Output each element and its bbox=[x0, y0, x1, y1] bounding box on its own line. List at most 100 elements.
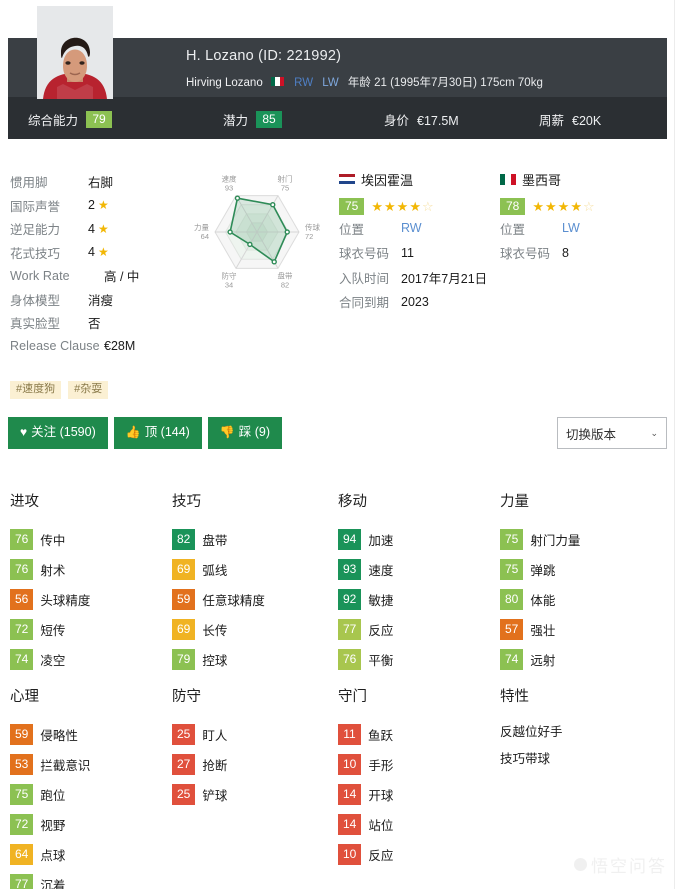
stat-label: 凌空 bbox=[40, 653, 66, 668]
team-detail-label: 球衣号码 bbox=[339, 247, 390, 262]
player-tag[interactable]: #杂耍 bbox=[68, 381, 109, 399]
team-detail-row: 球衣号码 11 bbox=[339, 242, 499, 265]
svg-text:82: 82 bbox=[281, 280, 289, 289]
stat-label: 站位 bbox=[368, 818, 394, 833]
stat-row: 14 开球 bbox=[338, 779, 498, 809]
header-position-secondary[interactable]: LW bbox=[322, 77, 338, 89]
section-attacking: 进攻 76 传中 76 射术 56 头球精度 72 短传 74 凌空 bbox=[10, 490, 170, 674]
svg-text:传球: 传球 bbox=[305, 222, 320, 232]
team-detail-row: 球衣号码 8 bbox=[500, 242, 670, 265]
stat-label: 任意球精度 bbox=[202, 593, 265, 608]
team-detail-value: 2023 bbox=[401, 294, 429, 309]
stat-value: 75 bbox=[500, 528, 524, 550]
player-full-name: Hirving Lozano bbox=[186, 77, 263, 89]
stat-row: 80 体能 bbox=[500, 584, 670, 614]
stat-row: 27 抢断 bbox=[172, 749, 332, 779]
attribute-row: 真实脸型 否 bbox=[10, 311, 170, 335]
attribute-value: 4 bbox=[88, 245, 95, 260]
player-radar-chart: 速度 93 射门 75 传球 72 盘带 82 防守 34 力量 64 bbox=[178, 165, 336, 305]
stat-row: 56 头球精度 bbox=[10, 584, 170, 614]
header-position-primary[interactable]: RW bbox=[294, 77, 313, 89]
stat-value: 72 bbox=[10, 813, 34, 835]
attribute-row: Release Clause €28M bbox=[10, 335, 170, 359]
national-team-name[interactable]: 墨西哥 bbox=[522, 170, 561, 189]
stat-label: 射门力量 bbox=[530, 533, 581, 548]
section-mentality: 心理 59 侵略性 53 拦截意识 75 跑位 72 视野 64 点球 77 沉着 bbox=[10, 685, 170, 889]
mexico-flag-icon bbox=[270, 77, 284, 87]
team-detail-value: 11 bbox=[401, 245, 414, 260]
team-detail-row: 位置 RW bbox=[339, 217, 499, 240]
attribute-value: €28M bbox=[104, 339, 136, 354]
national-team-info-panel: 墨西哥 78 ★★★★☆ 位置 LW 球衣号码 8 bbox=[500, 170, 670, 264]
stat-row: 25 盯人 bbox=[172, 719, 332, 749]
stat-label: 视野 bbox=[40, 818, 66, 833]
stat-value: 74 bbox=[500, 648, 524, 670]
svg-text:速度: 速度 bbox=[222, 174, 237, 184]
thumbs-down-button[interactable]: 👎 踩 (9) bbox=[207, 417, 283, 449]
stat-label: 控球 bbox=[202, 653, 228, 668]
thumbs-up-button[interactable]: 👍 顶 (144) bbox=[113, 417, 202, 449]
trait-item: 技巧带球 bbox=[500, 752, 551, 766]
star-icon: ★ bbox=[97, 245, 109, 260]
stat-row: 11 鱼跃 bbox=[338, 719, 498, 749]
svg-text:34: 34 bbox=[225, 280, 233, 289]
version-switch-select[interactable]: 切换版本 ⌄ bbox=[557, 417, 667, 449]
stat-value: 72 bbox=[10, 618, 34, 640]
attribute-row: Work Rate 高 / 中 bbox=[10, 264, 170, 288]
attribute-label: 身体模型 bbox=[10, 293, 61, 308]
team-detail-value: 2017年7月21日 bbox=[401, 271, 488, 286]
stat-row: 93 速度 bbox=[338, 554, 498, 584]
svg-text:盘带: 盘带 bbox=[278, 270, 293, 280]
header-stat-wage-amount: €20K bbox=[572, 114, 602, 128]
attribute-row: 花式技巧 4 ★ bbox=[10, 241, 170, 265]
stat-value: 75 bbox=[10, 783, 34, 805]
section-title: 特性 bbox=[500, 689, 529, 705]
stat-row: 53 拦截意识 bbox=[10, 749, 170, 779]
team-detail-row: 合同到期 2023 bbox=[339, 291, 499, 314]
header-stat-potential-label: 潜力 bbox=[223, 114, 249, 128]
stat-label: 反应 bbox=[368, 848, 394, 863]
stat-label: 拦截意识 bbox=[40, 758, 91, 773]
attribute-label: 国际声誉 bbox=[10, 199, 61, 214]
player-attribute-list: 惯用脚 右脚 国际声誉 2 ★ 逆足能力 4 ★ 花式技巧 4 ★ Work Rate 高 / 中身体模… bbox=[10, 170, 170, 358]
attribute-label: Release Clause bbox=[10, 339, 100, 354]
stat-row: 25 铲球 bbox=[172, 779, 332, 809]
club-name[interactable]: 埃因霍温 bbox=[361, 170, 413, 189]
stat-label: 长传 bbox=[202, 623, 228, 638]
stat-label: 沉着 bbox=[40, 878, 66, 889]
version-switch-label: 切换版本 bbox=[566, 427, 617, 442]
stat-value: 69 bbox=[172, 618, 196, 640]
section-title: 心理 bbox=[10, 689, 39, 705]
attribute-value: 消瘦 bbox=[88, 293, 114, 308]
player-tag-list: #速度狗 #杂耍 bbox=[10, 381, 109, 399]
stat-value: 82 bbox=[172, 528, 196, 550]
heart-icon: ♥ bbox=[20, 425, 28, 440]
stat-row: 76 传中 bbox=[10, 524, 170, 554]
stat-value: 94 bbox=[338, 528, 362, 550]
stat-label: 盘带 bbox=[202, 533, 228, 548]
stat-row: 76 射术 bbox=[10, 554, 170, 584]
section-defending: 防守 25 盯人 27 抢断 25 铲球 bbox=[172, 685, 332, 809]
stat-label: 手形 bbox=[368, 758, 394, 773]
heart-button[interactable]: ♥ 关注 (1590) bbox=[8, 417, 108, 449]
stat-label: 盯人 bbox=[202, 728, 228, 743]
star-icon: ★ bbox=[97, 221, 109, 236]
stat-row: 75 跑位 bbox=[10, 779, 170, 809]
player-action-buttons: ♥ 关注 (1590) 👍 顶 (144) 👎 踩 (9) bbox=[8, 417, 283, 449]
stat-label: 头球精度 bbox=[40, 593, 91, 608]
player-tag[interactable]: #速度狗 bbox=[10, 381, 62, 399]
header-stat-value-label: 身价 bbox=[384, 114, 410, 128]
attribute-label: Work Rate bbox=[10, 268, 70, 283]
stat-value: 27 bbox=[172, 753, 196, 775]
section-movement: 移动 94 加速 93 速度 92 敏捷 77 反应 76 平衡 bbox=[338, 490, 498, 674]
stat-value: 75 bbox=[500, 558, 524, 580]
thumbs-down-icon: 👎 bbox=[219, 425, 235, 440]
header-stat-overall-value: 79 bbox=[86, 111, 113, 128]
team-detail-value[interactable]: LW bbox=[562, 221, 580, 235]
team-detail-value[interactable]: RW bbox=[401, 221, 422, 235]
stat-label: 速度 bbox=[368, 563, 394, 578]
watermark-text: 悟空问答 bbox=[591, 857, 667, 876]
section-title: 进攻 bbox=[10, 494, 39, 510]
stat-value: 77 bbox=[338, 618, 362, 640]
section-title: 守门 bbox=[338, 689, 367, 705]
